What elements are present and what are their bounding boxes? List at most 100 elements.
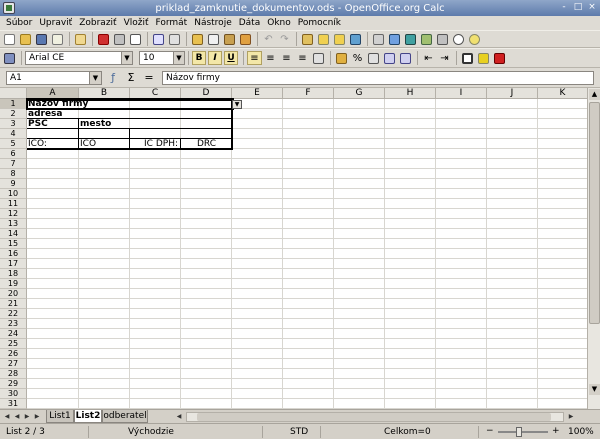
- column-header-i[interactable]: I: [436, 88, 487, 99]
- zoom-slider[interactable]: [498, 431, 548, 433]
- column-header-g[interactable]: G: [334, 88, 385, 99]
- chevron-down-icon[interactable]: ▼: [173, 52, 184, 64]
- vertical-scroll-thumb[interactable]: [589, 102, 600, 324]
- zoom-out-icon[interactable]: −: [486, 426, 494, 436]
- add-decimal-icon[interactable]: [382, 51, 397, 65]
- autospellcheck-icon[interactable]: [167, 32, 182, 46]
- decrease-indent-icon[interactable]: ⇤: [421, 51, 436, 65]
- spreadsheet-grid[interactable]: ABCDEFGHIJK 1 2 3 4 5 6 7 8 9 10 11 12 13 14 15 16 17 18 1…: [0, 88, 587, 409]
- column-header-e[interactable]: E: [232, 88, 283, 99]
- formula-input[interactable]: Názov firmy: [162, 70, 594, 85]
- row-header-12[interactable]: 12: [0, 209, 27, 219]
- show-draw-functions-icon[interactable]: [371, 32, 386, 46]
- email-icon[interactable]: [50, 32, 65, 46]
- percent-icon[interactable]: %: [350, 51, 365, 65]
- edit-file-icon[interactable]: [73, 32, 88, 46]
- row-header-19[interactable]: 19: [0, 279, 27, 289]
- align-left-icon[interactable]: ≡: [247, 51, 262, 65]
- menu-pomocnik[interactable]: Pomocník: [295, 16, 345, 30]
- menu-vlozit[interactable]: Vložiť: [121, 16, 153, 30]
- validity-dropdown-button[interactable]: ▼: [232, 100, 242, 109]
- row-header-30[interactable]: 30: [0, 389, 27, 399]
- styles-icon[interactable]: [2, 51, 17, 65]
- row-header-7[interactable]: 7: [0, 159, 27, 169]
- row-header-8[interactable]: 8: [0, 169, 27, 179]
- row-header-20[interactable]: 20: [0, 289, 27, 299]
- insert-chart-icon[interactable]: [348, 32, 363, 46]
- row-header-29[interactable]: 29: [0, 379, 27, 389]
- row-header-3[interactable]: 3: [0, 119, 27, 129]
- row-header-1[interactable]: 1: [0, 99, 27, 109]
- status-page-style[interactable]: Východzie: [128, 427, 174, 437]
- last-sheet-icon[interactable]: ▶: [32, 412, 42, 422]
- row-header-13[interactable]: 13: [0, 219, 27, 229]
- row-header-22[interactable]: 22: [0, 309, 27, 319]
- column-header-k[interactable]: K: [538, 88, 587, 99]
- row-header-14[interactable]: 14: [0, 229, 27, 239]
- zoom-slider-knob[interactable]: [516, 427, 522, 437]
- row-header-18[interactable]: 18: [0, 269, 27, 279]
- chevron-down-icon[interactable]: ▼: [121, 52, 132, 64]
- status-zoom[interactable]: 100%: [568, 427, 594, 437]
- column-header-h[interactable]: H: [385, 88, 436, 99]
- row-header-4[interactable]: 4: [0, 129, 27, 139]
- row-header-10[interactable]: 10: [0, 189, 27, 199]
- sheet-tab-list1[interactable]: List1: [46, 410, 74, 423]
- find-replace-icon[interactable]: [387, 32, 402, 46]
- justify-icon[interactable]: ≡: [295, 51, 310, 65]
- row-header-2[interactable]: 2: [0, 109, 27, 119]
- currency-icon[interactable]: [334, 51, 349, 65]
- previous-sheet-icon[interactable]: ◀: [12, 412, 22, 422]
- menu-subor[interactable]: Súbor: [3, 16, 36, 30]
- bold-button[interactable]: B: [192, 51, 206, 65]
- function-icon[interactable]: =: [142, 71, 156, 85]
- zoom-icon[interactable]: [451, 32, 466, 46]
- menu-nastroje[interactable]: Nástroje: [191, 16, 236, 30]
- paste-icon[interactable]: [222, 32, 237, 46]
- redo-icon[interactable]: ↷: [277, 32, 292, 46]
- menu-upravit[interactable]: Upraviť: [36, 16, 76, 30]
- cut-icon[interactable]: [190, 32, 205, 46]
- hyperlink-icon[interactable]: [300, 32, 315, 46]
- row-header-15[interactable]: 15: [0, 239, 27, 249]
- row-header-25[interactable]: 25: [0, 339, 27, 349]
- sheet-tab-odberatel[interactable]: odberatel: [102, 410, 148, 423]
- borders-icon[interactable]: [460, 51, 475, 65]
- next-sheet-icon[interactable]: ▶: [22, 412, 32, 422]
- background-color-icon[interactable]: [476, 51, 491, 65]
- sort-ascending-icon[interactable]: [316, 32, 331, 46]
- align-center-icon[interactable]: ≡: [263, 51, 278, 65]
- italic-button[interactable]: I: [208, 51, 222, 65]
- font-name-combo[interactable]: Arial CE ▼: [25, 51, 133, 65]
- standard-format-icon[interactable]: [366, 51, 381, 65]
- chevron-down-icon[interactable]: ▼: [89, 71, 101, 84]
- scroll-down-icon[interactable]: ▼: [589, 384, 600, 395]
- scroll-up-icon[interactable]: ▲: [589, 89, 600, 100]
- row-header-5[interactable]: 5: [0, 139, 27, 149]
- print-icon[interactable]: [112, 32, 127, 46]
- open-icon[interactable]: [18, 32, 33, 46]
- menu-okno[interactable]: Okno: [264, 16, 295, 30]
- row-header-16[interactable]: 16: [0, 249, 27, 259]
- row-header-11[interactable]: 11: [0, 199, 27, 209]
- row-header-17[interactable]: 17: [0, 259, 27, 269]
- maximize-button[interactable]: □: [572, 2, 584, 14]
- font-color-icon[interactable]: [492, 51, 507, 65]
- save-icon[interactable]: [34, 32, 49, 46]
- sheet-tab-list2[interactable]: List2: [74, 410, 102, 423]
- row-header-26[interactable]: 26: [0, 349, 27, 359]
- vertical-scrollbar[interactable]: ▲ ▼: [587, 88, 600, 409]
- row-header-21[interactable]: 21: [0, 299, 27, 309]
- export-pdf-icon[interactable]: [96, 32, 111, 46]
- horizontal-scrollbar[interactable]: [186, 412, 564, 422]
- row-header-6[interactable]: 6: [0, 149, 27, 159]
- row-header-28[interactable]: 28: [0, 369, 27, 379]
- delete-decimal-icon[interactable]: [398, 51, 413, 65]
- copy-icon[interactable]: [206, 32, 221, 46]
- underline-button[interactable]: U: [224, 51, 238, 65]
- close-button[interactable]: ×: [586, 2, 598, 14]
- menu-format[interactable]: Formát: [153, 16, 192, 30]
- help-icon[interactable]: [467, 32, 482, 46]
- zoom-in-icon[interactable]: +: [552, 426, 560, 436]
- first-sheet-icon[interactable]: ◀: [2, 412, 12, 422]
